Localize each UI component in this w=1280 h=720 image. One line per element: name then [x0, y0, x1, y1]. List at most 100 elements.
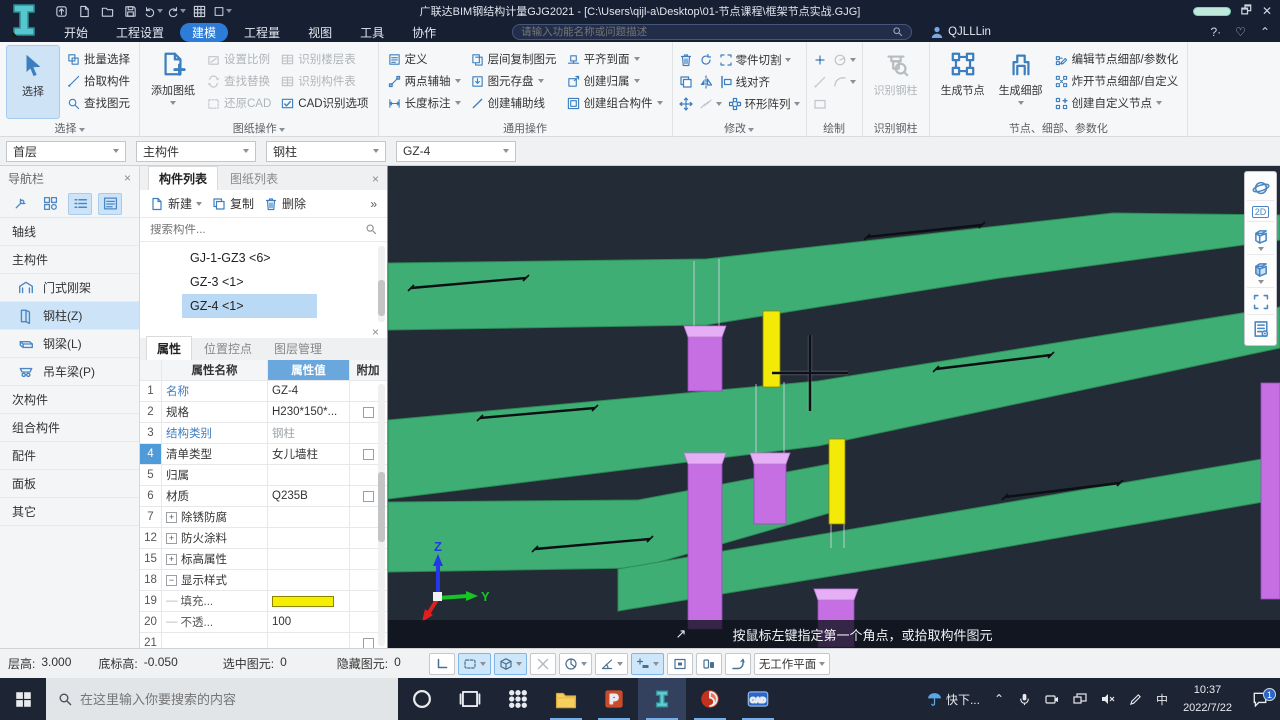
powerpoint-button[interactable]: P: [590, 678, 638, 720]
pen-icon[interactable]: [1122, 678, 1149, 720]
taskbar-search-input[interactable]: [80, 692, 386, 707]
column-cap[interactable]: [814, 589, 858, 600]
component-search-box[interactable]: [140, 218, 387, 242]
axis-z-label[interactable]: Z: [434, 539, 442, 554]
property-row-不透...[interactable]: 20—不透...100: [140, 612, 387, 633]
angle-snap-button[interactable]: [595, 653, 628, 675]
copy-component-button[interactable]: 复制: [212, 195, 254, 212]
delete-component-button[interactable]: 删除: [264, 195, 306, 212]
boxed-list-button[interactable]: [98, 193, 122, 215]
cortana-button[interactable]: [398, 678, 446, 720]
point-snap-button[interactable]: [631, 653, 664, 675]
glodon-app-button[interactable]: [686, 678, 734, 720]
sidebar-item-钢柱(Z)[interactable]: 钢柱(Z): [0, 302, 139, 330]
menu-tab-工程设置[interactable]: 工程设置: [104, 23, 176, 42]
axis-origin[interactable]: [433, 592, 442, 601]
context-select-钢柱[interactable]: 钢柱: [266, 141, 386, 162]
property-row-标高属性[interactable]: 15+标高属性: [140, 549, 387, 570]
workplane-无工作平面[interactable]: 无工作平面: [754, 653, 831, 675]
grid-table-button[interactable]: [190, 3, 209, 20]
property-row-显示样式[interactable]: 18−显示样式: [140, 570, 387, 591]
list-item-GJ-1-GZ3 <6>[interactable]: GJ-1-GZ3 <6>: [182, 246, 317, 270]
property-row-材质[interactable]: 6材质Q235B: [140, 486, 387, 507]
sidebar-item-面板[interactable]: 面板: [0, 470, 139, 498]
save-button[interactable]: [121, 3, 140, 20]
cross-filter-button[interactable]: [530, 653, 556, 675]
component-list-scrollbar[interactable]: [378, 246, 385, 322]
sidebar-item-轴线[interactable]: 轴线: [0, 218, 139, 246]
ribbon-tool-mirror-icon[interactable]: [699, 75, 713, 89]
property-row-归属[interactable]: 5归属: [140, 465, 387, 486]
property-row-结构类别[interactable]: 3结构类别钢柱: [140, 423, 387, 444]
sidebar-item-组合构件[interactable]: 组合构件: [0, 414, 139, 442]
property-row-填充...[interactable]: 19—填充...: [140, 591, 387, 612]
ribbon-item-创建辅助线[interactable]: 创建辅助线: [468, 93, 560, 113]
toolbar-options-button[interactable]: [213, 3, 232, 20]
model-viewport[interactable]: ZY 2D ↗ 按鼠标左键指定第一个角点，或拾取构件图元: [388, 166, 1280, 648]
command-search-input[interactable]: [521, 26, 892, 38]
extra-checkbox[interactable]: [363, 407, 374, 418]
upload-button[interactable]: [52, 3, 71, 20]
apps-grid-button[interactable]: [494, 678, 542, 720]
expand-icon[interactable]: +: [166, 512, 177, 523]
ribbon-group-label[interactable]: 绘制: [807, 120, 862, 136]
sidebar-item-吊车梁(P)[interactable]: 吊车梁(P): [0, 358, 139, 386]
column-cap[interactable]: [750, 453, 790, 464]
extra-checkbox[interactable]: [363, 491, 374, 502]
ribbon-item-定义[interactable]: 定义: [385, 49, 464, 69]
selected-column-element[interactable]: [829, 439, 845, 524]
ribbon-item-批量选择[interactable]: 批量选择: [64, 49, 133, 69]
ribbon-big-选择[interactable]: 选择: [6, 45, 60, 119]
extra-checkbox[interactable]: [363, 449, 374, 460]
view-2d-button[interactable]: 2D: [1247, 203, 1274, 222]
ribbon-big-生成细部[interactable]: 生成细部: [994, 45, 1048, 119]
axis-y-label[interactable]: Y: [481, 589, 490, 604]
ribbon-item-平齐到面[interactable]: 平齐到面: [564, 49, 666, 69]
property-row-规格[interactable]: 2规格H230*150*...: [140, 402, 387, 423]
ime-indicator[interactable]: 中: [1149, 678, 1175, 720]
cad-app-button[interactable]: CAD: [734, 678, 782, 720]
tab-构件列表[interactable]: 构件列表: [148, 166, 218, 190]
new-component-button[interactable]: 新建: [150, 195, 202, 212]
two-solids-button[interactable]: [696, 653, 722, 675]
gjg-app-button[interactable]: [638, 678, 686, 720]
property-row-21[interactable]: 21: [140, 633, 387, 648]
ribbon-item-编辑节点细部/参数化[interactable]: 编辑节点细部/参数化: [1052, 49, 1182, 69]
column-cap[interactable]: [684, 326, 726, 337]
pie-view-button[interactable]: [559, 653, 592, 675]
zoom-extents-button[interactable]: [1247, 290, 1274, 315]
menu-tab-开始[interactable]: 开始: [52, 23, 100, 42]
close-icon[interactable]: ×: [372, 325, 379, 339]
extra-checkbox[interactable]: [363, 638, 374, 649]
task-view-button[interactable]: [446, 678, 494, 720]
tab-位置控点[interactable]: 位置控点: [194, 337, 262, 360]
ribbon-tool-零件切割[interactable]: 零件切割: [719, 52, 791, 68]
ribbon-group-label[interactable]: 图纸操作: [140, 120, 378, 136]
ribbon-tool-move-icon[interactable]: [679, 97, 693, 111]
menu-tab-建模[interactable]: 建模: [180, 23, 228, 42]
scrollbar-thumb[interactable]: [378, 472, 385, 542]
list-item-GZ-4 <1>[interactable]: GZ-4 <1>: [182, 294, 317, 318]
ribbon-item-创建组合构件[interactable]: 创建组合构件: [564, 93, 666, 113]
column-cap[interactable]: [684, 453, 726, 464]
module-grid-button[interactable]: [38, 193, 62, 215]
box-zoom-button[interactable]: [667, 653, 693, 675]
tab-属性[interactable]: 属性: [146, 336, 192, 360]
restore-window-icon[interactable]: 🗗: [1241, 1, 1252, 22]
ribbon-item-创建自定义节点[interactable]: 创建自定义节点: [1052, 93, 1182, 113]
cube-outline-button[interactable]: [1247, 224, 1274, 255]
taskbar-search-box[interactable]: [46, 678, 398, 720]
menu-tab-视图[interactable]: 视图: [296, 23, 344, 42]
ribbon-big-识别钢柱[interactable]: 识别钢柱: [869, 45, 923, 119]
axis-y-arrow[interactable]: [438, 596, 468, 598]
iso-view-button[interactable]: [494, 653, 527, 675]
display-project-icon[interactable]: [1066, 678, 1094, 720]
tab-图层管理[interactable]: 图层管理: [264, 337, 332, 360]
model-scene[interactable]: ZY: [388, 166, 1280, 648]
weather-item[interactable]: 快下...: [920, 678, 987, 720]
file-explorer-button[interactable]: [542, 678, 590, 720]
ribbon-item-CAD识别选项[interactable]: CAD识别选项: [278, 93, 371, 113]
close-window-icon[interactable]: ✕: [1262, 4, 1272, 18]
overflow-icon[interactable]: »: [370, 197, 377, 211]
ribbon-big-生成节点[interactable]: 生成节点: [936, 45, 990, 119]
